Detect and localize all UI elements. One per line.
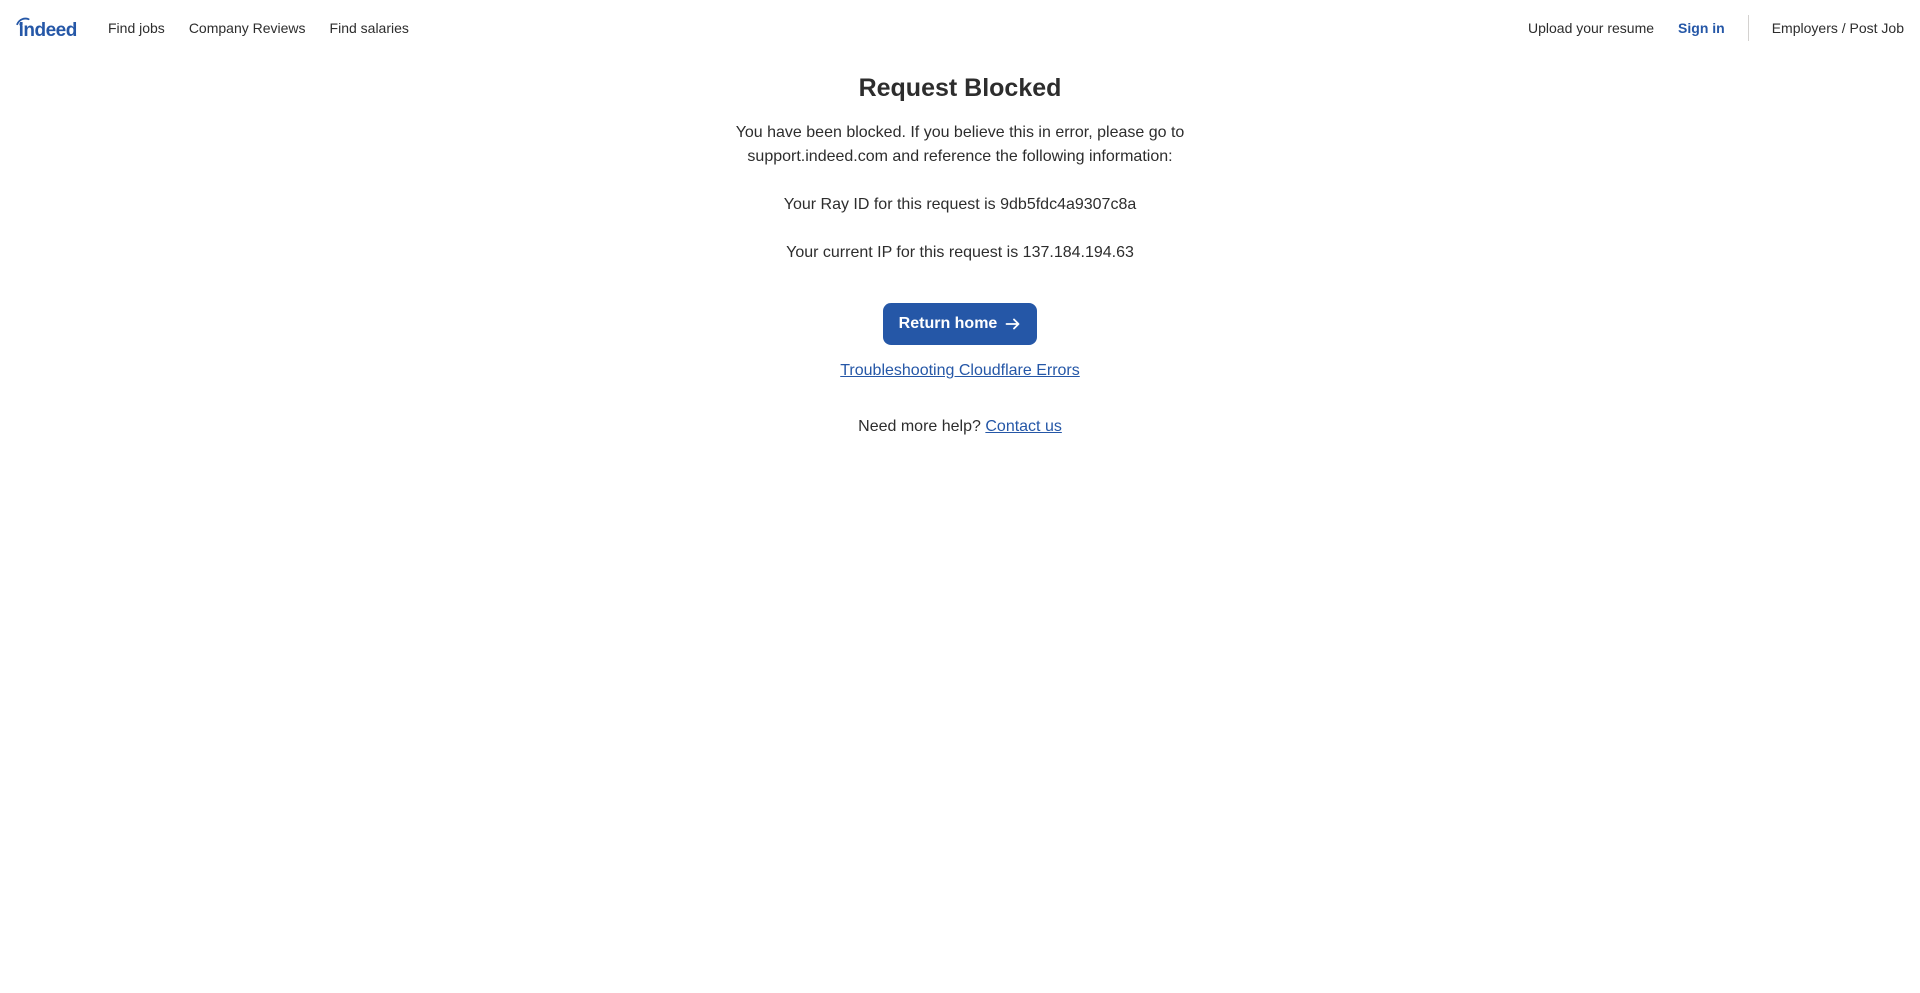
arrow-right-icon xyxy=(1005,316,1021,332)
page-title: Request Blocked xyxy=(858,74,1062,102)
site-header: indeed Find jobs Company Reviews Find sa… xyxy=(0,0,1920,56)
svg-text:indeed: indeed xyxy=(19,20,77,39)
nav-company-reviews[interactable]: Company Reviews xyxy=(177,0,318,56)
return-home-label: Return home xyxy=(898,315,998,332)
ip-address-line: Your current IP for this request is 137.… xyxy=(786,244,1134,261)
secondary-nav: Upload your resume Sign in Employers / P… xyxy=(1516,0,1904,56)
employers-post-job-link[interactable]: Employers / Post Job xyxy=(1760,0,1904,56)
nav-find-jobs[interactable]: Find jobs xyxy=(96,0,177,56)
nav-divider xyxy=(1747,15,1749,41)
primary-nav: Find jobs Company Reviews Find salaries xyxy=(96,0,421,56)
blocked-message-panel: Request Blocked You have been blocked. I… xyxy=(0,56,1920,439)
contact-us-link[interactable]: Contact us xyxy=(985,418,1061,435)
ray-id-line: Your Ray ID for this request is 9db5fdc4… xyxy=(783,196,1137,213)
help-line: Need more help? Contact us xyxy=(858,415,1062,439)
troubleshooting-cloudflare-link[interactable]: Troubleshooting Cloudflare Errors xyxy=(840,359,1080,383)
return-home-button[interactable]: Return home xyxy=(882,303,1038,345)
upload-resume-link[interactable]: Upload your resume xyxy=(1516,0,1666,56)
sign-in-link[interactable]: Sign in xyxy=(1666,0,1737,56)
indeed-logo[interactable]: indeed xyxy=(16,0,90,56)
blocked-message: You have been blocked. If you believe th… xyxy=(735,124,1185,165)
nav-find-salaries[interactable]: Find salaries xyxy=(318,0,421,56)
help-text: Need more help? xyxy=(858,418,981,435)
indeed-logo-icon: indeed xyxy=(16,17,77,39)
